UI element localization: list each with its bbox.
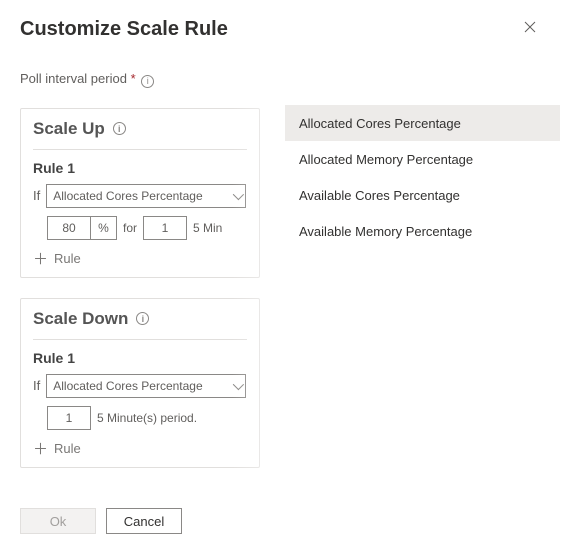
dropdown-option[interactable]: Available Memory Percentage [285, 213, 560, 249]
scale-down-heading: Scale Down i [33, 309, 247, 340]
panel-title: Customize Scale Rule [20, 18, 260, 41]
info-icon[interactable]: i [141, 75, 154, 88]
metric-select[interactable]: Allocated Cores Percentage [46, 184, 246, 208]
dropdown-option[interactable]: Allocated Memory Percentage [285, 141, 560, 177]
scale-down-section: Scale Down i Rule 1 If Allocated Cores P… [20, 298, 260, 468]
scale-up-rule1-row2: % for 5 Min [33, 216, 247, 240]
threshold-input[interactable] [47, 216, 91, 240]
scale-up-rule1-title: Rule 1 [33, 160, 247, 176]
scale-up-title: Scale Up [33, 119, 105, 139]
if-label: If [33, 378, 40, 393]
duration-input[interactable] [143, 216, 187, 240]
scale-down-rule1-title: Rule 1 [33, 350, 247, 366]
plus-icon: ＋ [33, 438, 48, 459]
chevron-down-icon [233, 188, 244, 199]
scale-up-section: Scale Up i Rule 1 If Allocated Cores Per… [20, 108, 260, 278]
chevron-down-icon [233, 378, 244, 389]
metric-select-value: Allocated Cores Percentage [53, 189, 202, 203]
cancel-button[interactable]: Cancel [106, 508, 182, 534]
scale-down-rule1-row1: If Allocated Cores Percentage [33, 374, 247, 398]
info-icon[interactable]: i [136, 312, 149, 325]
duration-trail: 5 Min [193, 221, 222, 235]
required-mark: * [131, 71, 136, 86]
metric-select-value: Allocated Cores Percentage [53, 379, 202, 393]
add-rule-label: Rule [54, 441, 81, 456]
scale-up-heading: Scale Up i [33, 119, 247, 150]
dropdown-option[interactable]: Allocated Cores Percentage [285, 105, 560, 141]
if-label: If [33, 188, 40, 203]
add-rule-button[interactable]: ＋ Rule [33, 248, 247, 269]
percent-unit: % [91, 216, 117, 240]
add-rule-label: Rule [54, 251, 81, 266]
poll-interval-text: Poll interval period [20, 71, 127, 86]
duration-input[interactable] [47, 406, 91, 430]
close-icon [524, 21, 536, 33]
info-icon[interactable]: i [113, 122, 126, 135]
plus-icon: ＋ [33, 248, 48, 269]
metric-select[interactable]: Allocated Cores Percentage [46, 374, 246, 398]
close-button[interactable] [520, 18, 540, 38]
ok-button[interactable]: Ok [20, 508, 96, 534]
scale-down-title: Scale Down [33, 309, 128, 329]
scale-up-rule1-row1: If Allocated Cores Percentage [33, 184, 247, 208]
dropdown-option[interactable]: Available Cores Percentage [285, 177, 560, 213]
add-rule-button[interactable]: ＋ Rule [33, 438, 247, 459]
for-label: for [123, 221, 137, 235]
scale-rule-panel: Customize Scale Rule Poll interval perio… [0, 0, 280, 548]
metric-dropdown-popup: Allocated Cores Percentage Allocated Mem… [285, 105, 560, 249]
scale-down-rule1-row2: 5 Minute(s) period. [33, 406, 247, 430]
duration-trail: 5 Minute(s) period. [97, 411, 197, 425]
footer: Ok Cancel [20, 508, 182, 534]
poll-interval-label: Poll interval period * i [20, 71, 260, 88]
